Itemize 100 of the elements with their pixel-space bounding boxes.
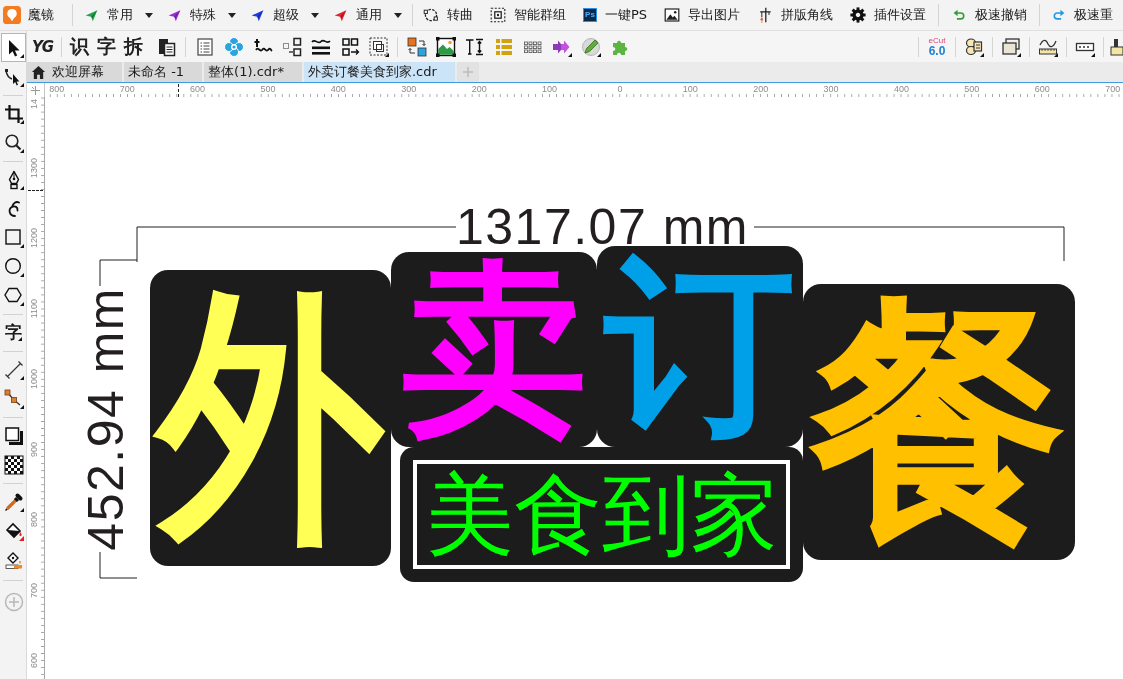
command-button[interactable]: Ps 一键PS <box>583 2 648 28</box>
caret-icon <box>228 12 236 18</box>
flower-icon[interactable] <box>223 36 244 57</box>
tool-button[interactable] <box>1 33 26 62</box>
command-button[interactable]: 转曲 <box>423 2 473 28</box>
text-tool-button[interactable]: 字 <box>93 32 120 61</box>
ruler-label: 100 <box>542 84 558 94</box>
ruler-label: 600 <box>28 653 39 669</box>
document-tab[interactable]: 整体(1).cdr* <box>204 62 302 82</box>
ruler-label: 1100 <box>28 299 39 319</box>
shapes-icon[interactable] <box>964 36 984 57</box>
ruler-label: 700 <box>1105 84 1121 94</box>
ruler-label: 700 <box>28 582 39 598</box>
plus-icon <box>461 66 474 78</box>
ellipse-icon <box>3 256 24 277</box>
ecut-label[interactable]: eCut <box>928 36 946 45</box>
shape-tool-icon <box>3 66 24 87</box>
ruler-label: 700 <box>119 84 135 94</box>
caret-icon <box>145 12 153 18</box>
ruler-label: 200 <box>471 84 487 94</box>
sign-character: 卖 <box>401 256 587 443</box>
command-button[interactable]: 插件设置 <box>850 2 927 28</box>
ruler-label: 300 <box>401 84 417 94</box>
text-tool-button[interactable]: 字 <box>1 318 26 347</box>
pencil-icon[interactable] <box>580 36 601 57</box>
dimension-label: 1317.07 mm <box>456 202 749 252</box>
document-tab[interactable]: 未命名 -1 <box>124 62 203 82</box>
connector-icon <box>3 388 24 409</box>
text-tool-button[interactable]: 识 <box>66 32 93 61</box>
grid-arrange-icon[interactable] <box>339 36 360 57</box>
balloon-logo-icon[interactable] <box>3 6 21 24</box>
text-tool-button[interactable]: 拆 <box>120 32 147 61</box>
checkerboard-icon <box>3 454 24 475</box>
ps-logo: Ps <box>583 8 597 22</box>
sign-subtitle: 美食到家 <box>413 460 790 569</box>
sign-character: 餐 <box>810 293 1068 551</box>
ruler-label: 600 <box>190 84 206 94</box>
ruler-label: 400 <box>330 84 346 94</box>
ruler-label: 600 <box>1034 84 1050 94</box>
crop-marks-icon <box>757 7 774 23</box>
caret-icon <box>311 12 319 18</box>
document-list-icon[interactable] <box>194 36 215 57</box>
redo-icon <box>1052 8 1066 22</box>
crop-icon <box>3 103 24 124</box>
plus-circle-icon <box>3 591 24 612</box>
sign-character: 订 <box>605 251 795 442</box>
home-icon <box>31 64 46 80</box>
brush-icon[interactable] <box>1110 36 1123 57</box>
dropdown-button[interactable]: 通用 <box>334 2 402 28</box>
ruler-label: 400 <box>893 84 909 94</box>
dropdown-button[interactable]: 超级 <box>251 2 319 28</box>
caret-icon <box>394 12 402 18</box>
group-icon <box>490 7 506 23</box>
settings-icon <box>850 7 867 23</box>
picture-icon <box>664 7 681 23</box>
redo-button[interactable]: 极速重 <box>1052 2 1114 28</box>
version-label[interactable]: 6.0 <box>928 44 946 57</box>
ruler-label: 800 <box>28 512 39 528</box>
distribute-icon[interactable] <box>281 36 302 57</box>
ruler-label: 1000 <box>28 369 39 390</box>
ruler-label: 1200 <box>28 228 39 249</box>
flyout-triangle-icon <box>18 337 22 341</box>
dropdown-button[interactable]: 常用 <box>85 2 153 28</box>
ruler-label: 100 <box>682 84 698 94</box>
dimension-line <box>99 552 137 579</box>
ruler-label: 500 <box>260 84 276 94</box>
ruler-label: 300 <box>823 84 839 94</box>
dotted-circle-icon <box>423 7 439 23</box>
paint-bucket-icon <box>3 520 24 541</box>
dashed-selection-icon[interactable] <box>368 36 389 57</box>
zoom-icon <box>3 132 24 153</box>
undo-icon <box>953 8 967 22</box>
crosshair-icon <box>30 84 41 96</box>
ruler-label: 500 <box>964 84 980 94</box>
ruler-label: 0 <box>617 84 623 94</box>
hexagon-icon <box>3 285 24 306</box>
ruler-label: 200 <box>753 84 769 94</box>
sign-character: 外 <box>150 283 391 553</box>
text-tool-button[interactable]: YG <box>28 32 57 61</box>
eyedropper-icon <box>3 491 24 512</box>
command-button[interactable]: 导出图片 <box>664 2 741 28</box>
document-tab[interactable]: 欢迎屏幕 <box>27 62 122 82</box>
color-squares-icon[interactable] <box>406 36 427 57</box>
rectangle-icon <box>3 227 24 248</box>
command-button[interactable]: 智能群组 <box>490 2 566 28</box>
picture-frame-icon[interactable] <box>435 36 456 57</box>
stacked-rectangles-icon[interactable] <box>1001 36 1021 57</box>
ruler-label: 14 <box>28 99 39 109</box>
command-button[interactable]: 拼版角线 <box>757 2 834 28</box>
ruler-label: 1300 <box>28 157 39 178</box>
document-tab[interactable]: 外卖订餐美食到家.cdr <box>303 62 455 82</box>
line-icon <box>3 359 24 380</box>
dropdown-button[interactable]: 特殊 <box>168 2 236 28</box>
undo-button[interactable]: 极速撤销 <box>953 2 1028 28</box>
clipboard-icon[interactable] <box>156 36 177 57</box>
drop-shadow-icon <box>3 425 24 446</box>
ruler-label: 800 <box>49 84 65 94</box>
ruler-label: 900 <box>28 442 39 458</box>
app-name[interactable]: 魔镜 <box>28 6 54 24</box>
text-height-icon[interactable] <box>464 36 485 57</box>
